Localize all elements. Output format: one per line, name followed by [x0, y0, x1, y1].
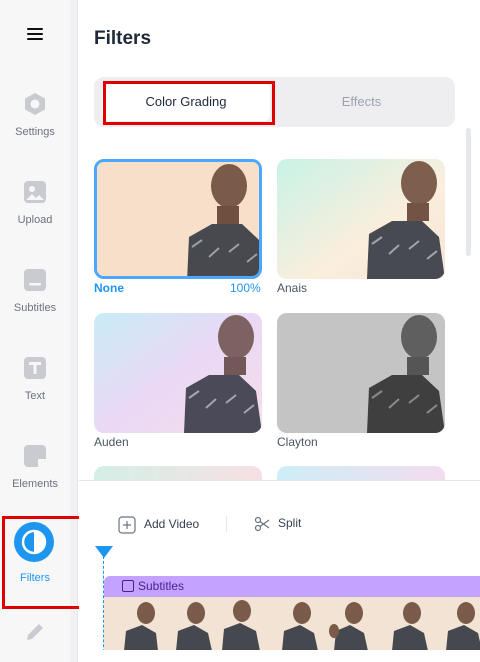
sidebar-item-label: Elements	[12, 478, 58, 490]
filter-thumbnail-auden[interactable]	[94, 313, 262, 433]
split-label: Split	[278, 516, 302, 531]
playhead-line	[103, 556, 104, 662]
tab-effects[interactable]: Effects	[274, 77, 449, 127]
image-upload-icon	[24, 181, 46, 203]
filter-name: Clayton	[277, 435, 318, 449]
timeline-footer	[79, 650, 480, 662]
video-frame	[428, 597, 480, 650]
sidebar-item-text[interactable]: Text	[0, 356, 70, 402]
person-image	[277, 159, 445, 279]
sidebar-item-draw[interactable]	[0, 620, 70, 654]
filter-name: Auden	[94, 435, 129, 449]
scrollbar[interactable]	[466, 128, 471, 256]
elements-icon	[24, 445, 46, 467]
sidebar-item-elements[interactable]: Elements	[0, 444, 70, 490]
video-editor-app: Settings Upload Subtitles Text Elements …	[0, 0, 480, 662]
add-video-button[interactable]: Add Video	[118, 516, 199, 534]
filter-thumbnail-none[interactable]	[94, 159, 262, 279]
sidebar-item-label: Settings	[15, 126, 55, 138]
video-track[interactable]	[104, 596, 480, 650]
split-button[interactable]: Split	[254, 516, 301, 532]
video-frame	[104, 597, 158, 650]
sidebar-item-subtitles[interactable]: Subtitles	[0, 268, 70, 314]
sidebar-item-label: Subtitles	[13, 302, 57, 314]
filter-name: Anais	[277, 281, 308, 295]
subtitles-icon	[24, 269, 46, 291]
filter-thumbnail-clayton[interactable]	[277, 313, 445, 433]
scissors-icon	[254, 516, 270, 532]
sidebar-item-upload[interactable]: Upload	[0, 180, 70, 226]
subtitles-track-icon	[122, 580, 134, 592]
video-frame	[266, 597, 320, 650]
playhead-marker[interactable]	[95, 546, 113, 558]
page-title: Filters	[94, 28, 152, 49]
video-frame	[158, 597, 212, 650]
sidebar-item-label: Upload	[17, 214, 53, 226]
person-image	[277, 313, 445, 433]
video-frame	[320, 597, 374, 650]
sidebar-item-label: Text	[24, 390, 46, 402]
filter-name: None	[94, 281, 124, 295]
person-image	[94, 313, 262, 433]
video-frame	[212, 597, 266, 650]
add-icon	[118, 516, 136, 534]
filter-thumbnail-anais[interactable]	[277, 159, 445, 279]
filter-thumbnail[interactable]	[277, 466, 445, 480]
menu-icon[interactable]	[27, 28, 43, 42]
active-highlight-box	[2, 516, 82, 609]
add-video-label: Add Video	[144, 517, 200, 532]
subtitles-track[interactable]: Subtitles	[104, 576, 480, 596]
pencil-icon	[27, 624, 43, 640]
filter-thumbnail[interactable]	[94, 466, 262, 480]
subtitles-track-label: Subtitles	[138, 579, 185, 593]
person-image	[97, 162, 259, 276]
tab-highlight-box	[103, 81, 275, 125]
video-frame	[374, 597, 428, 650]
text-icon	[24, 357, 46, 379]
toolbar-divider	[226, 516, 227, 532]
filter-intensity: 100%	[230, 281, 261, 295]
settings-icon	[25, 93, 45, 115]
sidebar-item-settings[interactable]: Settings	[0, 92, 70, 138]
